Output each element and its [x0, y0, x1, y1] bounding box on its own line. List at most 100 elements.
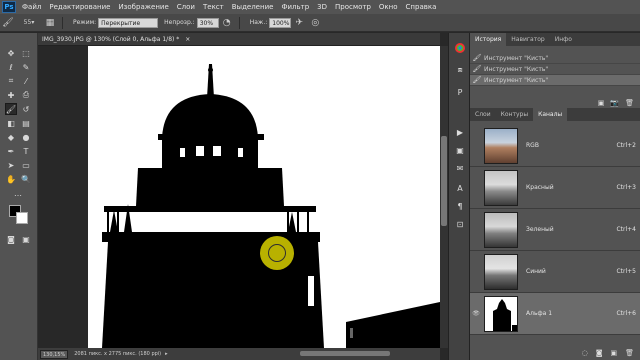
- history-item[interactable]: 🖌 Инструмент "Кисть": [470, 53, 640, 64]
- zoom-tool-icon[interactable]: 🔍: [20, 173, 32, 185]
- vertical-scrollbar[interactable]: [440, 46, 448, 348]
- snapshot-camera-icon[interactable]: 📷: [610, 99, 619, 107]
- marquee-tool-icon[interactable]: ⬚: [20, 47, 32, 59]
- options-bar: 🖌 55 ▾ ▦ Режим: Перекрытие Непрозр.: 30% …: [0, 14, 640, 32]
- tab-history[interactable]: История: [470, 33, 507, 46]
- brush-icon: 🖌: [472, 76, 482, 84]
- eraser-tool-icon[interactable]: ◧: [5, 117, 17, 129]
- tab-info[interactable]: Инфо: [550, 33, 577, 46]
- background-color-swatch[interactable]: [16, 212, 28, 224]
- document-canvas[interactable]: [88, 46, 440, 348]
- size-pressure-icon[interactable]: ◎: [309, 17, 321, 29]
- lasso-tool-icon[interactable]: ℓ: [5, 61, 17, 73]
- menu-type[interactable]: Текст: [199, 3, 228, 11]
- horizontal-scrollbar[interactable]: [150, 350, 390, 357]
- tool-presets-panel-icon[interactable]: ⊡: [453, 217, 467, 231]
- scrollbar-thumb[interactable]: [300, 351, 390, 356]
- eye-icon[interactable]: 👁: [470, 310, 482, 317]
- channel-thumbnail: [484, 211, 518, 248]
- channel-name: Синий: [526, 268, 546, 275]
- color-panel-icon[interactable]: [453, 41, 467, 55]
- quick-mask-icon[interactable]: ◙: [5, 233, 17, 245]
- menu-edit[interactable]: Редактирование: [45, 3, 114, 11]
- channels-panel: Слои Контуры Каналы RGB Ctrl+2 Красный C…: [470, 108, 640, 360]
- menu-image[interactable]: Изображение: [114, 3, 172, 11]
- clone-stamp-tool-icon[interactable]: ⎙: [20, 89, 32, 101]
- channel-row-alpha[interactable]: 👁 Альфа 1 Ctrl+6: [470, 293, 640, 335]
- paragraph-panel-icon[interactable]: ¶: [453, 199, 467, 213]
- opacity-label: Непрозр.:: [164, 19, 195, 26]
- path-select-tool-icon[interactable]: ➤: [5, 159, 17, 171]
- type-tool-icon[interactable]: T: [20, 145, 32, 157]
- tab-channels[interactable]: Каналы: [533, 108, 568, 121]
- close-document-icon[interactable]: ×: [185, 36, 190, 43]
- canvas-area[interactable]: [38, 46, 440, 348]
- zoom-field[interactable]: 130,15%: [40, 349, 69, 359]
- tab-navigator[interactable]: Навигатор: [506, 33, 549, 46]
- history-item-current[interactable]: 🖌 Инструмент "Кисть": [470, 75, 640, 86]
- crop-tool-icon[interactable]: ⌗: [5, 75, 17, 87]
- channel-row-red[interactable]: Красный Ctrl+3: [470, 167, 640, 209]
- pen-tool-icon[interactable]: ✒: [5, 145, 17, 157]
- layers-panel-tabs: Слои Контуры Каналы: [470, 108, 640, 121]
- scrollbar-thumb[interactable]: [441, 136, 447, 226]
- shape-tool-icon[interactable]: ▭: [20, 159, 32, 171]
- mode-label: Режим:: [73, 19, 97, 26]
- channel-shortcut: Ctrl+4: [616, 226, 636, 233]
- brush-size-picker[interactable]: 55 ▾: [18, 17, 40, 29]
- channel-row-rgb[interactable]: RGB Ctrl+2: [470, 125, 640, 167]
- quick-select-tool-icon[interactable]: ✎: [20, 61, 32, 73]
- menu-bar: Ps Файл Редактирование Изображение Слои …: [0, 0, 640, 14]
- healing-tool-icon[interactable]: ✚: [5, 89, 17, 101]
- adjustments-panel-icon[interactable]: ▣: [453, 143, 467, 157]
- brush-panel-icon[interactable]: ▦: [44, 17, 56, 29]
- comments-panel-icon[interactable]: ✉: [453, 161, 467, 175]
- menu-view[interactable]: Просмотр: [331, 3, 375, 11]
- menu-select[interactable]: Выделение: [228, 3, 278, 11]
- channel-row-green[interactable]: Зеленый Ctrl+4: [470, 209, 640, 251]
- move-tool-icon[interactable]: ✥: [5, 47, 17, 59]
- blur-tool-icon[interactable]: ◆: [5, 131, 17, 143]
- hand-tool-icon[interactable]: ✋: [5, 173, 17, 185]
- menu-window[interactable]: Окно: [375, 3, 402, 11]
- character-panel-icon[interactable]: A: [453, 181, 467, 195]
- tab-layers[interactable]: Слои: [470, 108, 496, 121]
- new-document-from-state-icon[interactable]: ▣: [598, 99, 605, 107]
- menu-filter[interactable]: Фильтр: [277, 3, 313, 11]
- more-tools-icon[interactable]: …: [12, 187, 24, 199]
- tab-paths[interactable]: Контуры: [496, 108, 533, 121]
- load-selection-icon[interactable]: ◌: [582, 349, 588, 357]
- properties-panel-icon[interactable]: P: [453, 85, 467, 99]
- channel-thumbnail: [484, 295, 518, 332]
- dodge-tool-icon[interactable]: ●: [20, 131, 32, 143]
- mode-select[interactable]: Перекрытие: [98, 17, 159, 28]
- actions-panel-icon[interactable]: ▶: [453, 125, 467, 139]
- channel-row-blue[interactable]: Синий Ctrl+5: [470, 251, 640, 293]
- trash-icon[interactable]: 🗑: [625, 99, 634, 107]
- pressure-field[interactable]: 100%: [269, 17, 292, 28]
- opacity-field[interactable]: 30%: [196, 17, 219, 28]
- history-item-label: Инструмент "Кисть": [484, 65, 549, 73]
- libraries-panel-icon[interactable]: ⧈: [453, 63, 467, 77]
- menu-file[interactable]: Файл: [18, 3, 45, 11]
- brush-icon: 🖌: [472, 54, 482, 62]
- eyedropper-tool-icon[interactable]: ⁄: [20, 75, 32, 87]
- menu-3d[interactable]: 3D: [313, 3, 331, 11]
- airbrush-icon[interactable]: ✈: [293, 17, 305, 29]
- history-item[interactable]: 🖌 Инструмент "Кисть": [470, 64, 640, 75]
- new-channel-icon[interactable]: ▣: [610, 349, 617, 357]
- brush-tool-icon[interactable]: 🖌: [5, 103, 17, 115]
- channel-shortcut: Ctrl+5: [616, 268, 636, 275]
- menu-help[interactable]: Справка: [402, 3, 441, 11]
- opacity-pressure-icon[interactable]: ◔: [221, 17, 233, 29]
- trash-icon[interactable]: 🗑: [625, 349, 634, 357]
- screen-mode-icon[interactable]: ▣: [20, 233, 32, 245]
- gradient-tool-icon[interactable]: ▤: [20, 117, 32, 129]
- history-brush-tool-icon[interactable]: ↺: [20, 103, 32, 115]
- menu-layer[interactable]: Слои: [173, 3, 199, 11]
- pressure-value: 100%: [272, 19, 290, 27]
- brush-size-value: 55: [23, 19, 32, 26]
- document-tab[interactable]: IMG_3930.JPG @ 130% (Слой 0, Альфа 1/8) …: [38, 33, 440, 46]
- save-selection-icon[interactable]: ◙: [596, 349, 603, 357]
- brush-preset-icon[interactable]: 🖌: [2, 17, 14, 29]
